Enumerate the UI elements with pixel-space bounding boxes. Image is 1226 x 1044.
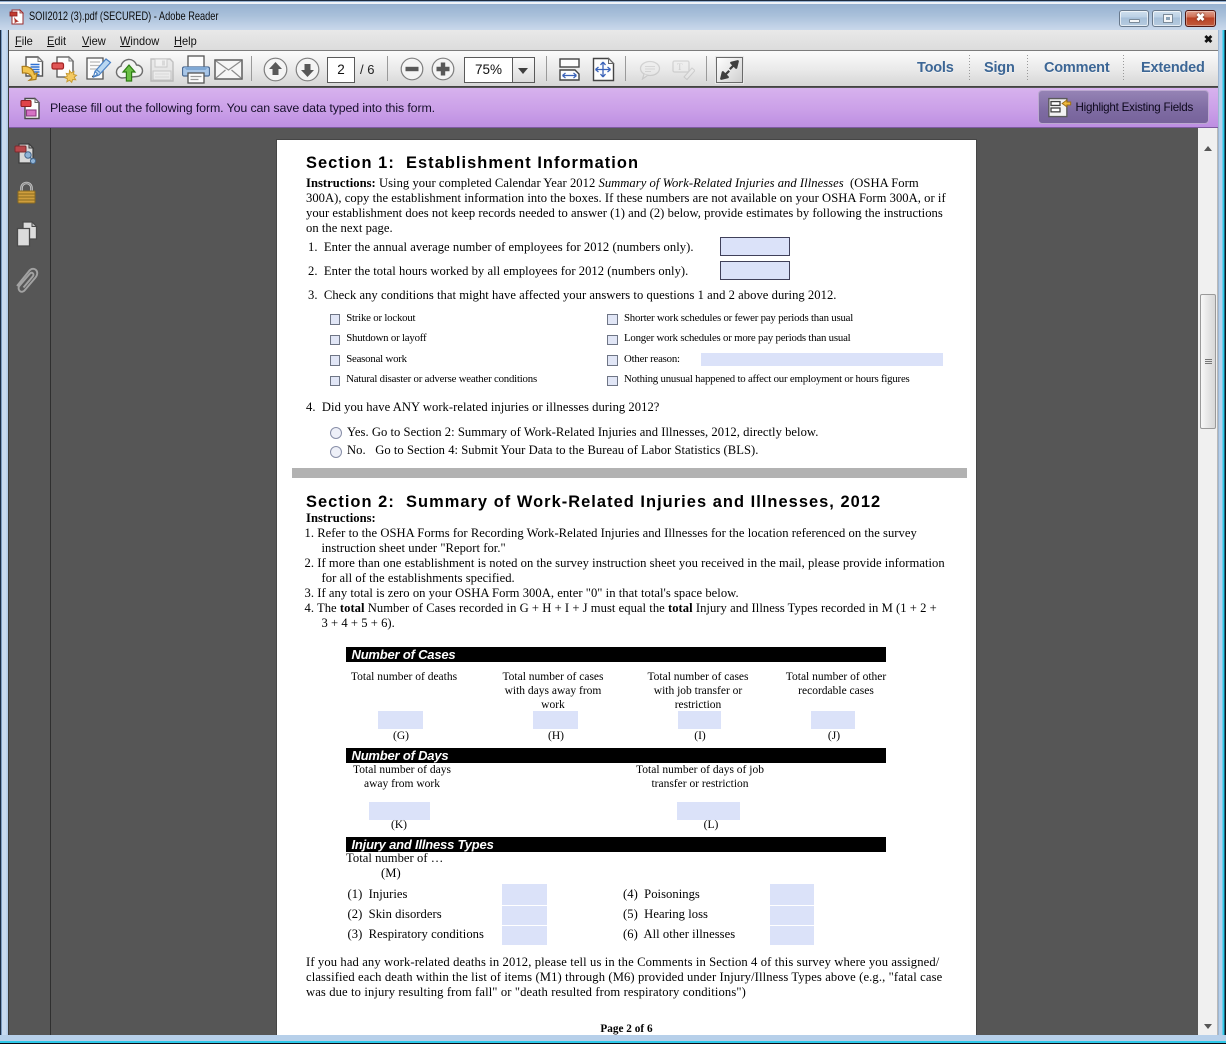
- svg-text:T: T: [677, 62, 683, 72]
